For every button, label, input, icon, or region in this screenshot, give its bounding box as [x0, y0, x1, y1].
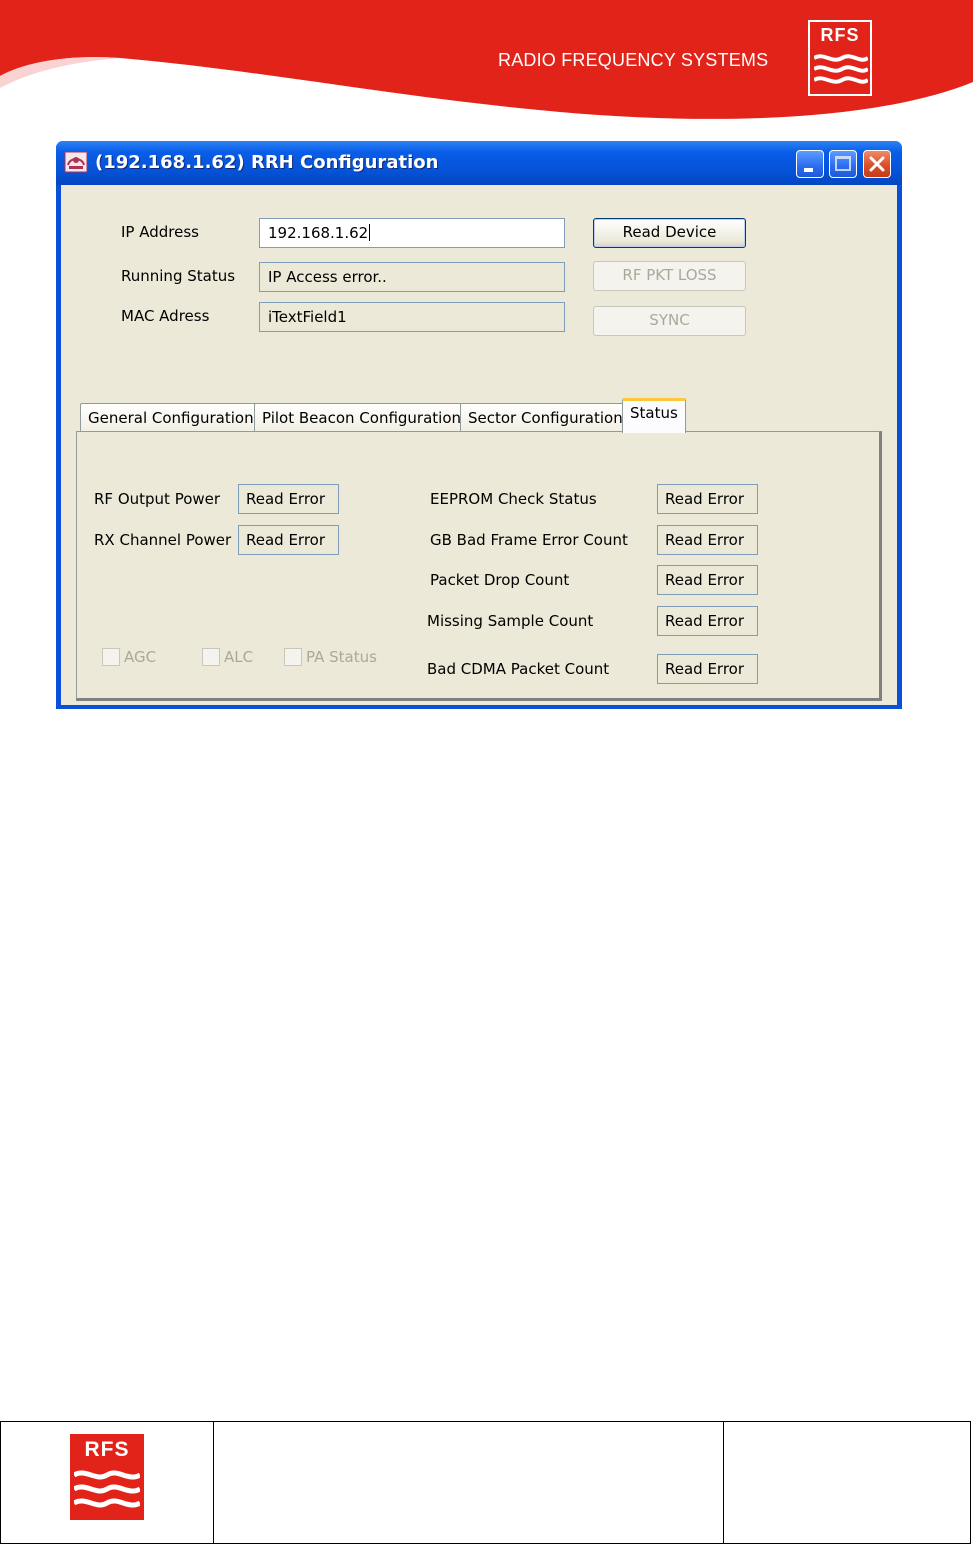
mac-address-label: MAC Adress — [121, 307, 210, 325]
packet-drop-count-label: Packet Drop Count — [430, 571, 570, 589]
eeprom-check-status-value: Read Error — [657, 484, 758, 514]
footer-rfs-logo: RFS — [70, 1434, 144, 1520]
agc-label: AGC — [124, 648, 157, 666]
alc-checkbox[interactable] — [202, 648, 220, 666]
gb-bad-frame-error-count-value: Read Error — [657, 525, 758, 555]
footer-rfs-logo-letters: RFS — [84, 1438, 130, 1461]
footer-waves-icon — [74, 1470, 140, 1508]
rx-channel-power-label: RX Channel Power — [94, 531, 232, 549]
minimize-button[interactable] — [796, 150, 824, 178]
window-client-area: IP Address 192.168.1.62 Running Status I… — [61, 185, 897, 705]
app-icon — [64, 151, 88, 173]
pa-status-checkbox[interactable] — [284, 648, 302, 666]
agc-checkbox[interactable] — [102, 648, 120, 666]
read-device-button[interactable]: Read Device — [593, 218, 746, 248]
window-title: (192.168.1.62) RRH Configuration — [95, 152, 439, 173]
footer-table: RFS — [0, 1421, 971, 1544]
text-caret — [369, 224, 371, 241]
running-status-label: Running Status — [121, 267, 236, 285]
tab-status[interactable]: Status — [622, 398, 686, 433]
rf-output-power-label: RF Output Power — [94, 490, 221, 508]
minimize-icon — [804, 168, 813, 172]
rfs-logo: RFS — [808, 20, 872, 96]
bad-cdma-packet-count-value: Read Error — [657, 654, 758, 684]
close-icon — [869, 156, 885, 172]
rfs-logo-letters: RFS — [820, 25, 860, 45]
footer-logo-cell: RFS — [1, 1422, 214, 1543]
eeprom-check-status-label: EEPROM Check Status — [430, 490, 597, 508]
running-status-field: IP Access error.. — [259, 262, 565, 292]
tab-pilot-beacon-configuration[interactable]: Pilot Beacon Configuration — [254, 403, 470, 432]
rx-channel-power-value: Read Error — [238, 525, 339, 555]
rf-output-power-value: Read Error — [238, 484, 339, 514]
mac-address-field: iTextField1 — [259, 302, 565, 332]
alc-label: ALC — [224, 648, 254, 666]
rf-pkt-loss-button[interactable]: RF PKT LOSS — [593, 261, 746, 291]
title-bar[interactable]: (192.168.1.62) RRH Configuration — [56, 141, 902, 185]
ip-address-label: IP Address — [121, 223, 199, 241]
bad-cdma-packet-count-label: Bad CDMA Packet Count — [427, 660, 610, 678]
footer-middle-cell — [214, 1422, 724, 1543]
sync-button[interactable]: SYNC — [593, 306, 746, 336]
gb-bad-frame-error-count-label: GB Bad Frame Error Count — [430, 531, 628, 549]
ip-address-input[interactable]: 192.168.1.62 — [259, 218, 565, 248]
ip-address-value: 192.168.1.62 — [268, 224, 369, 242]
maximize-icon — [835, 156, 851, 171]
status-tab-panel: RF Output Power Read Error RX Channel Po… — [76, 431, 882, 701]
footer-right-cell — [724, 1422, 970, 1543]
rrh-configuration-window: (192.168.1.62) RRH Configuration IP Addr… — [56, 141, 902, 709]
missing-sample-count-value: Read Error — [657, 606, 758, 636]
tab-sector-configuration[interactable]: Sector Configuration — [460, 403, 631, 432]
close-button[interactable] — [863, 150, 891, 178]
pa-status-label: PA Status — [306, 648, 377, 666]
maximize-button[interactable] — [829, 150, 857, 178]
packet-drop-count-value: Read Error — [657, 565, 758, 595]
missing-sample-count-label: Missing Sample Count — [427, 612, 594, 630]
brand-name: RADIO FREQUENCY SYSTEMS — [498, 50, 769, 70]
waves-icon — [814, 54, 868, 84]
tab-general-configuration[interactable]: General Configuration — [80, 403, 262, 432]
